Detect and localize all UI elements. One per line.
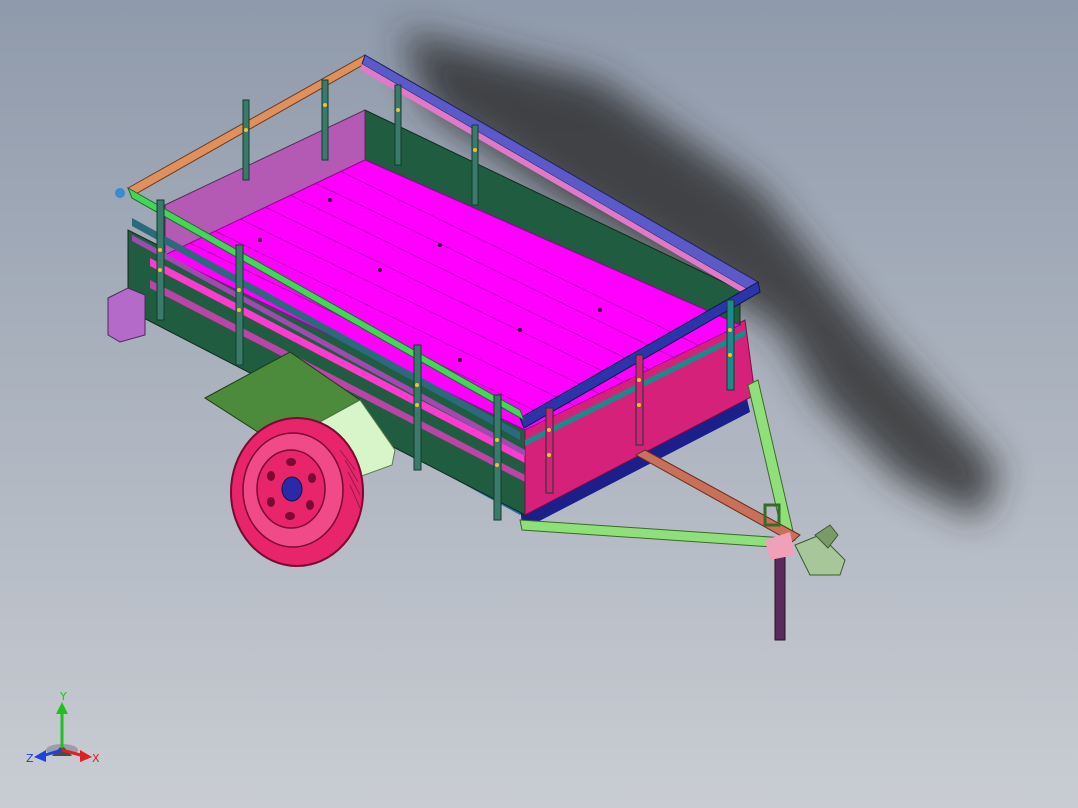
x-axis-label: X: [92, 752, 100, 765]
cad-viewport[interactable]: Y X Z: [0, 0, 1078, 808]
axis-triad: Y X Z: [26, 690, 100, 765]
trailer-model[interactable]: [0, 0, 1078, 808]
y-axis-label: Y: [59, 690, 67, 703]
z-axis-label: Z: [26, 752, 34, 765]
wheel: [230, 417, 364, 567]
